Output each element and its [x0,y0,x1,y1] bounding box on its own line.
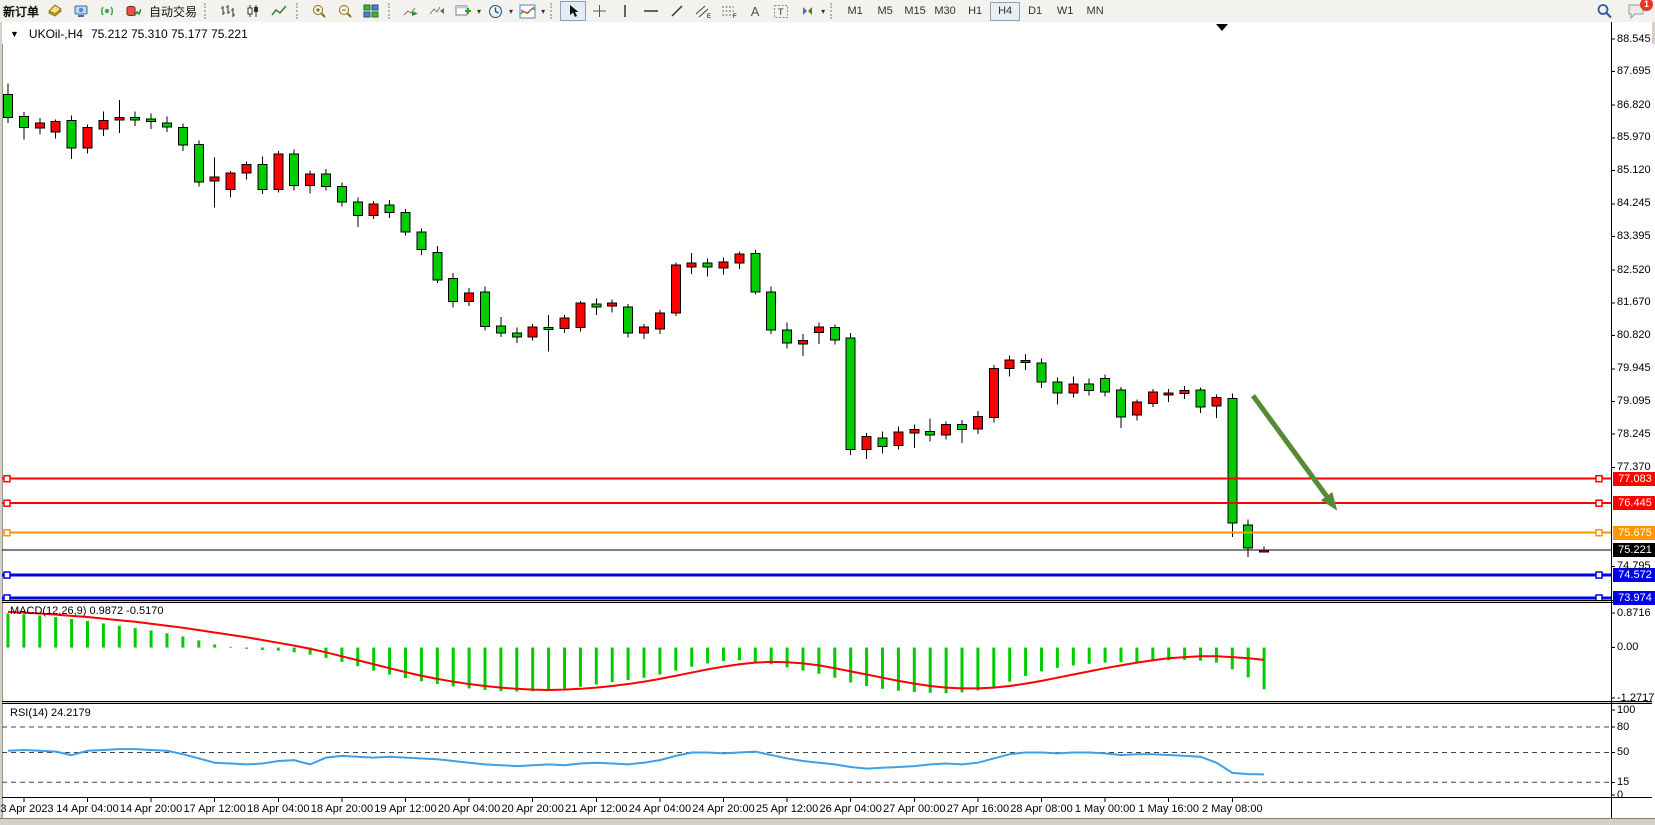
trading-terminal: 新订单 自动交易 [0,0,1655,825]
candlestick-series [4,84,1269,557]
sell-arrow-annotation[interactable] [1253,396,1327,497]
macd-signal-line [8,612,1264,690]
macd-histogram [8,613,1264,693]
chart-shift-marker[interactable] [1216,24,1228,31]
rsi-level-lines [2,727,1611,782]
horizontal-lines[interactable] [2,476,1611,601]
chart-plot [0,0,1655,825]
